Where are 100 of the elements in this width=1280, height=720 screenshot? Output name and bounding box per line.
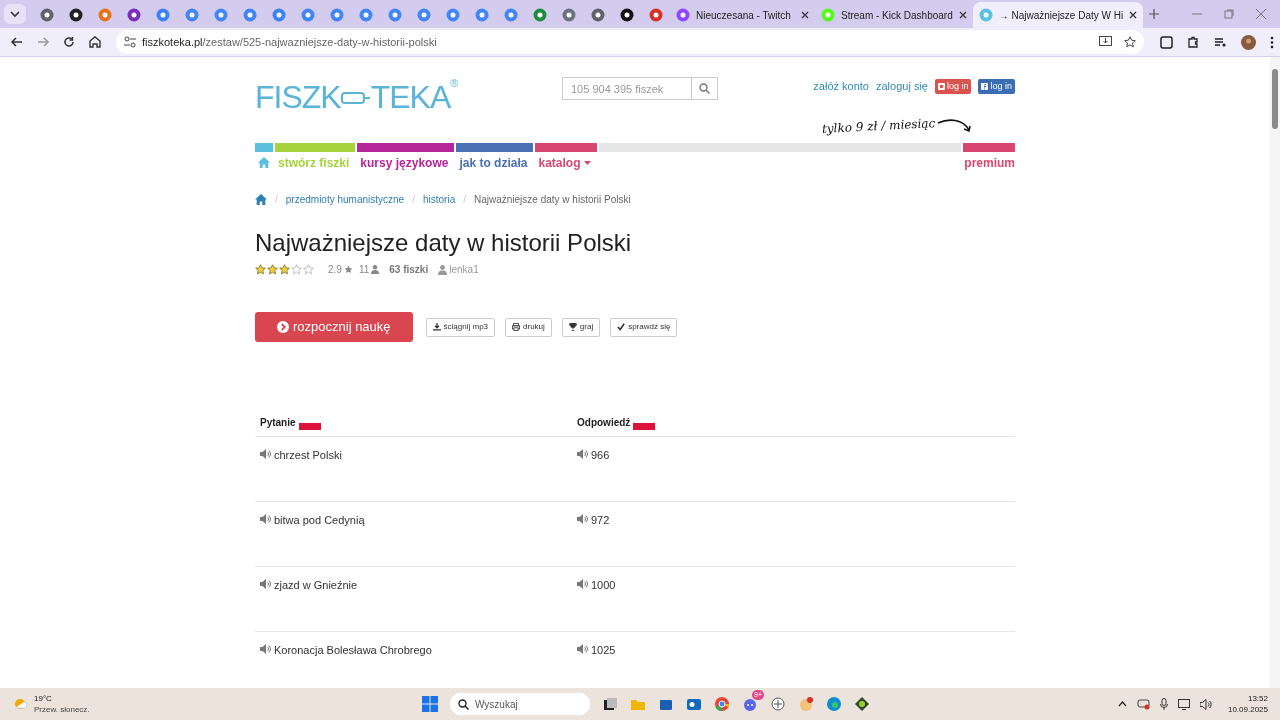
table-cell-text: 1025 xyxy=(591,643,616,658)
weather-text: Przew. słonecz. xyxy=(34,704,90,715)
close-icon[interactable] xyxy=(958,11,967,19)
speaker-icon[interactable] xyxy=(260,449,271,459)
media-icon[interactable] xyxy=(1214,35,1227,49)
header-link[interactable]: zaloguj się xyxy=(876,78,928,95)
votes-count: 11 xyxy=(358,263,370,277)
volume-icon[interactable] xyxy=(1199,698,1212,710)
browser-tab[interactable]: Nieuczesana - Twitch xyxy=(670,2,815,28)
star-icon xyxy=(291,264,302,275)
download-icon xyxy=(432,323,441,331)
speaker-icon[interactable] xyxy=(577,644,588,654)
action-button[interactable]: drukuj xyxy=(505,317,552,337)
breadcrumb-link[interactable]: przedmioty humanistyczne xyxy=(285,191,405,207)
action-button[interactable]: sprawdź się xyxy=(610,317,678,337)
polish-flag-icon xyxy=(633,415,656,430)
speaker-icon[interactable] xyxy=(577,579,588,589)
login-button[interactable]: log in xyxy=(978,78,1015,94)
search-field[interactable]: 105 904 395 fiszek xyxy=(562,77,692,100)
temperature-text: 19°C xyxy=(34,693,53,704)
tagline-text: tylko 9 zł / miesiąc xyxy=(821,115,936,138)
app-icon[interactable] xyxy=(770,696,786,712)
nav-link[interactable]: jak to działa xyxy=(456,155,534,170)
home-icon[interactable] xyxy=(255,193,267,205)
breadcrumb-link[interactable]: historia xyxy=(422,191,456,207)
mail-icon[interactable] xyxy=(686,696,702,712)
author-link[interactable]: lenka1 xyxy=(449,262,479,277)
search-icon[interactable] xyxy=(458,698,469,710)
breadcrumb-separator: / xyxy=(412,192,415,207)
tab-list-icon[interactable] xyxy=(4,4,26,24)
tab-title: Nieuczesana - Twitch xyxy=(696,8,792,23)
url-text: fiszkoteka.pl/zestaw/525-najwazniejsze-daty-w-historii-polski xyxy=(142,34,437,50)
speaker-icon[interactable] xyxy=(260,644,271,654)
address-bar[interactable]: fiszkoteka.pl/zestaw/525-najwazniejsze-daty-w-historii-polski xyxy=(116,30,1144,54)
speaker-icon[interactable] xyxy=(260,579,271,589)
menu-icon[interactable] xyxy=(1270,35,1274,49)
polish-flag-icon xyxy=(298,415,321,430)
speaker-icon[interactable] xyxy=(577,514,588,524)
new-tab-icon[interactable] xyxy=(1149,9,1160,19)
printer-icon xyxy=(512,323,521,331)
speaker-icon[interactable] xyxy=(577,449,588,459)
edge-icon[interactable] xyxy=(826,696,842,712)
star-icon[interactable] xyxy=(1124,36,1136,48)
microphone-icon[interactable] xyxy=(1159,698,1168,710)
trophy-icon xyxy=(568,323,577,331)
user-icon xyxy=(438,264,448,275)
curved-arrow-icon xyxy=(937,118,973,134)
app-icon[interactable] xyxy=(798,696,814,712)
search-button[interactable] xyxy=(692,77,718,100)
network-icon[interactable] xyxy=(1136,698,1150,710)
table-cell-text: 966 xyxy=(591,448,610,463)
close-icon[interactable] xyxy=(1129,11,1138,19)
chevron-up-icon[interactable] xyxy=(1117,701,1127,707)
tab-title: → Najważniejsze Daty W Hi xyxy=(998,8,1124,23)
site-settings-icon[interactable] xyxy=(124,36,136,48)
header-link[interactable]: załóż konto xyxy=(813,78,869,95)
app-icon[interactable] xyxy=(854,696,870,712)
browser-tab[interactable]: → Najważniejsze Daty W Hi xyxy=(972,2,1144,28)
close-icon[interactable] xyxy=(801,11,809,19)
browser-tab[interactable]: Stream - Kick Dashboard xyxy=(815,2,973,28)
nav-link[interactable]: premium xyxy=(963,155,1015,170)
start-icon[interactable] xyxy=(422,696,438,712)
action-button[interactable]: graj xyxy=(561,317,601,337)
column-header: Pytanie xyxy=(260,416,296,430)
extension-icon[interactable] xyxy=(1160,35,1173,49)
table-cell-text: bitwa pod Cedynią xyxy=(274,513,365,528)
browser-icon[interactable] xyxy=(714,696,730,712)
task-view-icon[interactable] xyxy=(602,696,618,712)
login-button[interactable]: log in xyxy=(934,78,972,94)
star-icon xyxy=(255,264,266,275)
search-placeholder: Wyszukaj xyxy=(475,697,518,712)
chat-icon[interactable] xyxy=(742,696,758,712)
rating-value: 2.9 xyxy=(328,263,342,277)
table-cell-text: 972 xyxy=(591,513,610,528)
check-icon xyxy=(617,323,626,331)
scrollbar[interactable] xyxy=(1270,57,1280,688)
table-cell-text: zjazd w Gnieźnie xyxy=(274,578,358,593)
user-icon xyxy=(371,265,380,274)
install-icon[interactable] xyxy=(1099,36,1112,48)
speaker-icon[interactable] xyxy=(260,514,271,524)
taskbar-search-field[interactable]: Wyszukaj xyxy=(450,693,590,715)
action-button[interactable]: ściągnij mp3 xyxy=(425,317,496,337)
card-count: 63 fiszki xyxy=(389,263,429,277)
facebook-icon xyxy=(981,82,989,90)
tab-title: Stream - Kick Dashboard xyxy=(841,8,953,23)
table-cell-text: Koronacja Bolesława Chrobrego xyxy=(274,643,432,658)
nav-link[interactable]: kursy językowe xyxy=(357,155,455,170)
puzzle-icon[interactable] xyxy=(1187,35,1200,49)
profile-avatar-icon[interactable] xyxy=(1241,34,1256,50)
breadcrumb-separator: / xyxy=(275,192,278,207)
arrow-circle-icon xyxy=(277,321,289,333)
column-header: Odpowiedź xyxy=(577,416,631,430)
caret-icon xyxy=(584,160,592,165)
clock-date[interactable]: 10.09.2025 xyxy=(1227,704,1268,715)
clock-time[interactable]: 13:52 xyxy=(1247,693,1268,704)
start-learning-button[interactable]: rozpocznij naukę xyxy=(255,312,413,342)
star-icon xyxy=(267,264,278,275)
monitor-icon[interactable] xyxy=(1177,698,1190,710)
star-icon xyxy=(303,264,314,275)
nav-link[interactable]: katalog xyxy=(535,155,598,170)
